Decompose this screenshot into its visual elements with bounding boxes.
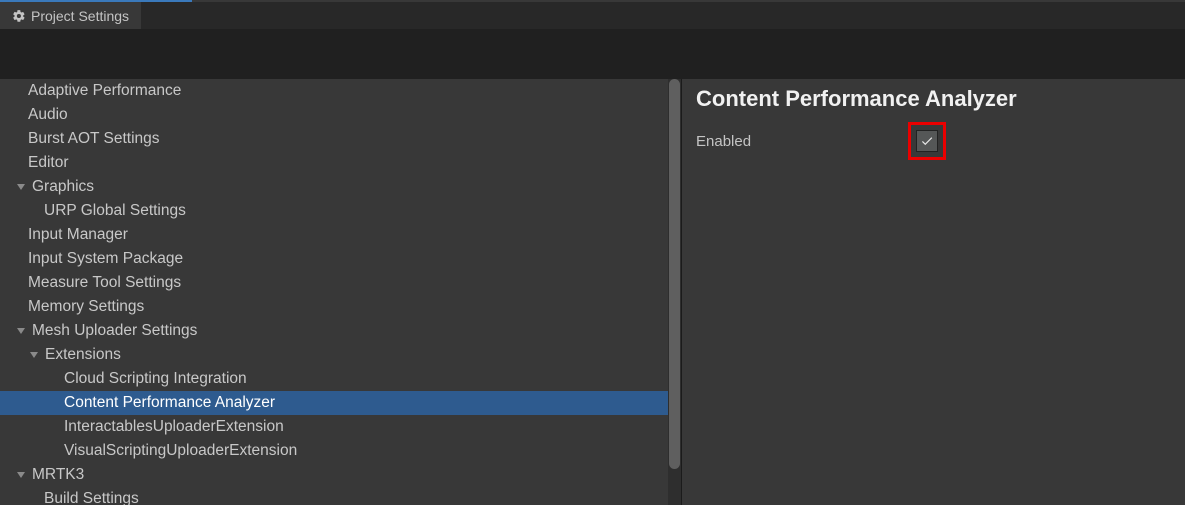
sidebar-item-memory-settings[interactable]: Memory Settings <box>0 295 668 319</box>
check-icon <box>920 134 934 148</box>
sidebar-item-editor[interactable]: Editor <box>0 151 668 175</box>
chevron-down-icon[interactable] <box>14 180 28 194</box>
enabled-checkbox[interactable] <box>916 130 938 152</box>
sidebar-item-label: Burst AOT Settings <box>26 130 160 148</box>
sidebar-item-urp-global-settings[interactable]: URP Global Settings <box>0 199 668 223</box>
enabled-checkbox-highlight <box>908 122 946 160</box>
sidebar-item-burst-aot-settings[interactable]: Burst AOT Settings <box>0 127 668 151</box>
sidebar-item-audio[interactable]: Audio <box>0 103 668 127</box>
sidebar-item-label: Content Performance Analyzer <box>62 394 275 412</box>
sidebar-item-content-performance-analyzer[interactable]: Content Performance Analyzer <box>0 391 668 415</box>
sidebar-item-input-system-package[interactable]: Input System Package <box>0 247 668 271</box>
sidebar-item-label: Input Manager <box>26 226 128 244</box>
sidebar-item-visualscriptinguploaderextension[interactable]: VisualScriptingUploaderExtension <box>0 439 668 463</box>
enabled-property-row: Enabled <box>696 122 1171 160</box>
sidebar-item-label: Adaptive Performance <box>26 82 181 100</box>
sidebar-item-label: Input System Package <box>26 250 183 268</box>
sidebar-item-input-manager[interactable]: Input Manager <box>0 223 668 247</box>
sidebar-item-build-settings[interactable]: Build Settings <box>0 487 668 505</box>
enabled-label: Enabled <box>696 133 910 150</box>
chevron-down-icon[interactable] <box>14 324 28 338</box>
sidebar-item-label: Graphics <box>30 178 94 196</box>
tab-title: Project Settings <box>31 8 129 24</box>
sidebar-item-label: Measure Tool Settings <box>26 274 181 292</box>
settings-sidebar: Adaptive Performance Audio Burst AOT Setti… <box>0 79 668 505</box>
sidebar-item-mesh-uploader-settings[interactable]: Mesh Uploader Settings <box>0 319 668 343</box>
sidebar-scrollbar[interactable] <box>668 79 681 505</box>
sidebar-item-adaptive-performance[interactable]: Adaptive Performance <box>0 79 668 103</box>
sidebar-item-measure-tool-settings[interactable]: Measure Tool Settings <box>0 271 668 295</box>
toolbar-separator <box>0 29 1185 79</box>
sidebar-item-extensions[interactable]: Extensions <box>0 343 668 367</box>
gear-icon <box>12 9 26 23</box>
sidebar-item-mrtk3[interactable]: MRTK3 <box>0 463 668 487</box>
tab-bar: Project Settings <box>0 2 1185 29</box>
sidebar-item-label: VisualScriptingUploaderExtension <box>62 442 297 460</box>
content-title: Content Performance Analyzer <box>696 86 1171 112</box>
sidebar-item-label: Cloud Scripting Integration <box>62 370 247 388</box>
sidebar-item-interactablesuploaderextension[interactable]: InteractablesUploaderExtension <box>0 415 668 439</box>
sidebar-item-label: Audio <box>26 106 68 124</box>
tab-project-settings[interactable]: Project Settings <box>0 2 141 29</box>
sidebar-item-label: Build Settings <box>42 490 139 505</box>
sidebar-item-label: Editor <box>26 154 69 172</box>
content-panel: Content Performance Analyzer Enabled <box>682 79 1185 505</box>
sidebar-item-label: Memory Settings <box>26 298 144 316</box>
chevron-down-icon[interactable] <box>14 468 28 482</box>
sidebar-item-graphics[interactable]: Graphics <box>0 175 668 199</box>
sidebar-item-label: Mesh Uploader Settings <box>30 322 197 340</box>
chevron-down-icon[interactable] <box>27 348 41 362</box>
sidebar-item-label: MRTK3 <box>30 466 84 484</box>
sidebar-item-cloud-scripting-integration[interactable]: Cloud Scripting Integration <box>0 367 668 391</box>
sidebar-item-label: Extensions <box>43 346 121 364</box>
scrollbar-thumb[interactable] <box>669 79 680 469</box>
sidebar-item-label: URP Global Settings <box>42 202 186 220</box>
sidebar-item-label: InteractablesUploaderExtension <box>62 418 284 436</box>
